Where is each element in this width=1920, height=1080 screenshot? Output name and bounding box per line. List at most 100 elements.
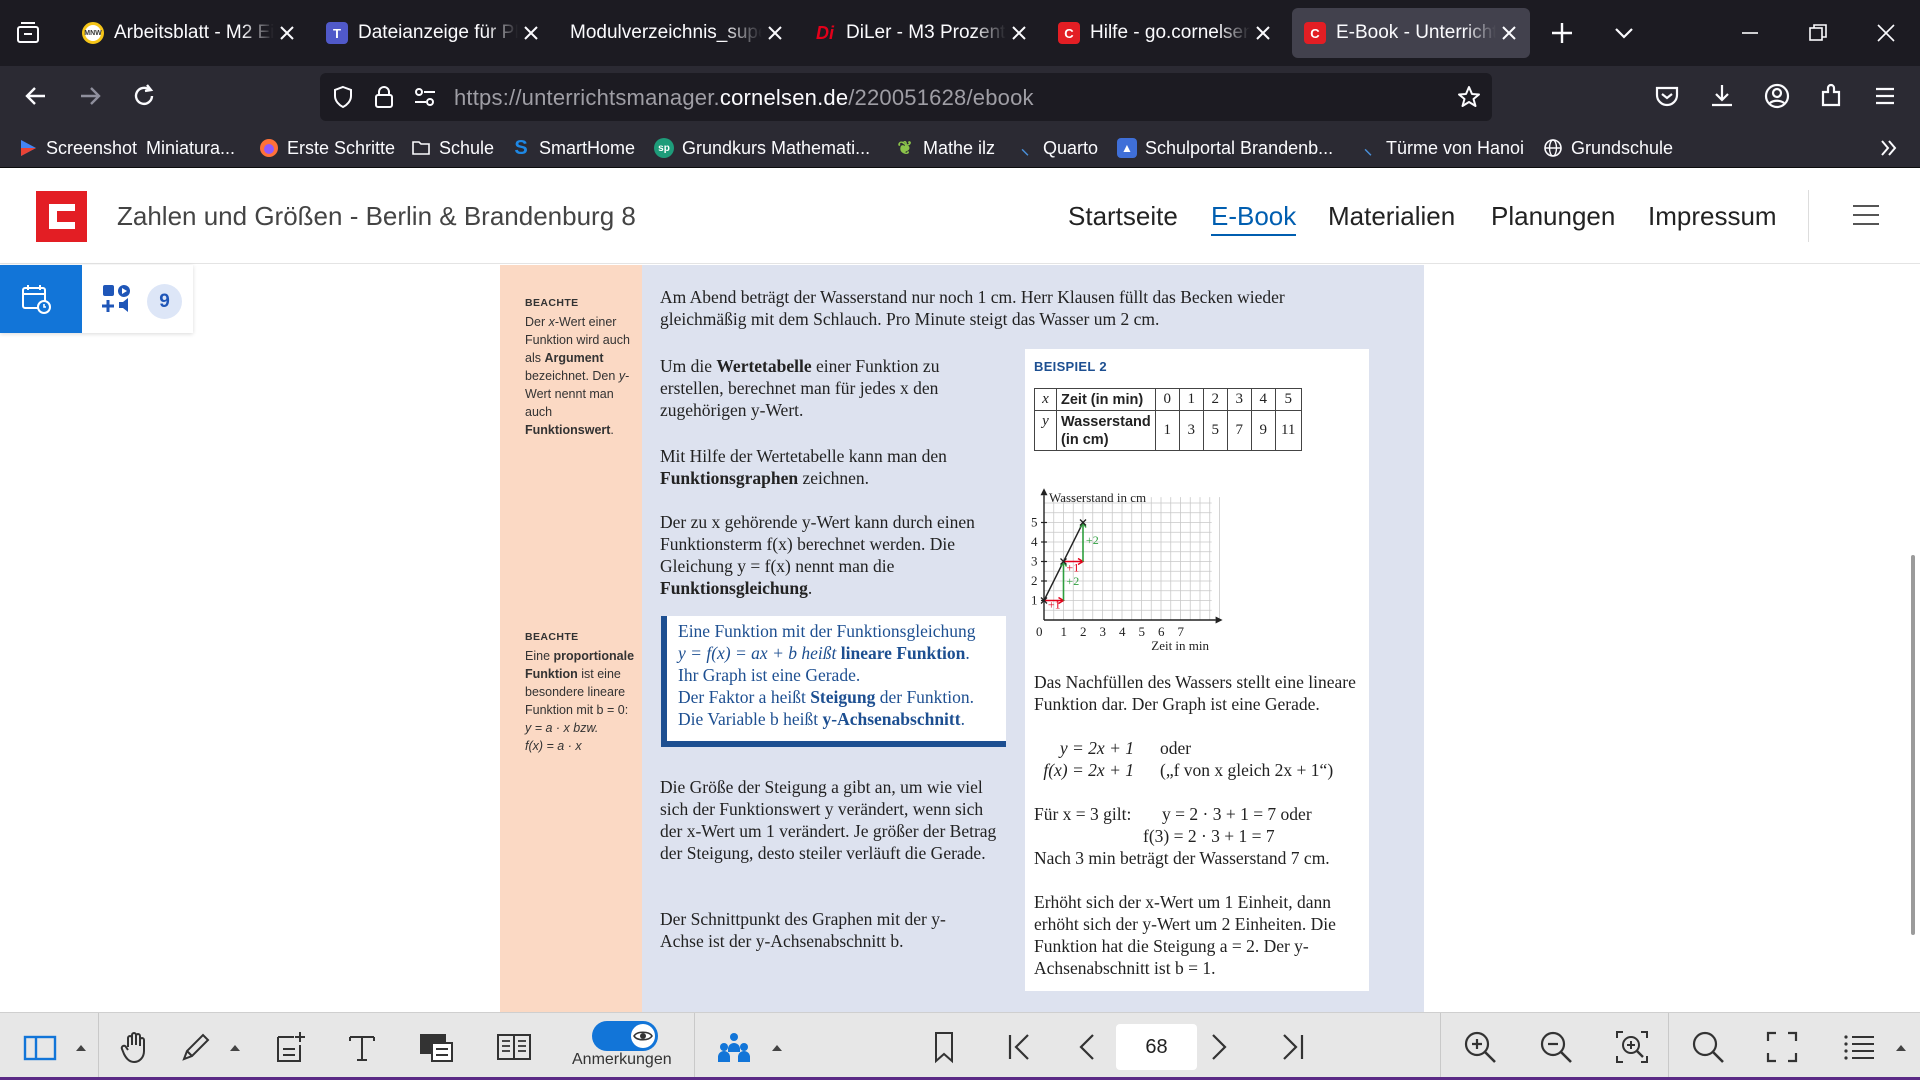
pocket-icon[interactable] — [1652, 81, 1682, 111]
tracking-shield-icon[interactable] — [330, 84, 356, 110]
bookmark-page-icon[interactable] — [926, 1029, 962, 1065]
pen-icon[interactable] — [178, 1029, 214, 1065]
vertical-scrollbar[interactable] — [1911, 555, 1915, 935]
media-tools-icon[interactable] — [101, 282, 133, 314]
hand-pan-icon[interactable] — [118, 1029, 154, 1065]
note-head: BEACHTE — [525, 631, 579, 643]
tab-arbeitsblatt[interactable]: MNW Arbeitsblatt - M2 Ein — [70, 8, 308, 58]
cornelsen-favicon-icon: C — [1304, 22, 1326, 44]
pen-dropdown-icon[interactable] — [228, 1043, 242, 1053]
last-page-icon[interactable] — [1274, 1029, 1310, 1065]
permissions-icon[interactable] — [412, 85, 438, 109]
bookmark-miniatura[interactable]: Miniatura... — [146, 135, 235, 161]
all-tabs-icon[interactable] — [14, 19, 42, 47]
cornelsen-logo[interactable] — [36, 191, 87, 242]
account-icon[interactable] — [1762, 81, 1792, 111]
equation: y = 2x + 1 — [1059, 738, 1134, 758]
lesson-planner-button[interactable] — [0, 265, 82, 333]
page-number-input[interactable]: 68 — [1116, 1024, 1197, 1070]
bookmark-grundschule[interactable]: Grundschule — [1543, 135, 1673, 161]
close-window-icon[interactable] — [1872, 19, 1900, 47]
first-page-icon[interactable] — [1002, 1029, 1038, 1065]
bookmark-smarthome[interactable]: S SmartHome — [511, 135, 635, 161]
extensions-icon[interactable] — [1817, 81, 1847, 111]
add-note-icon[interactable] — [272, 1029, 308, 1065]
app-menu-icon[interactable] — [1870, 81, 1900, 111]
more-bookmarks-chevron-icon[interactable] — [1877, 136, 1901, 160]
definition-box: Eine Funktion mit der Funktionsgleichung… — [661, 616, 1006, 747]
lock-icon[interactable] — [372, 84, 396, 110]
toc-dropdown-icon[interactable] — [1894, 1043, 1908, 1053]
zoom-out-icon[interactable] — [1538, 1029, 1574, 1065]
calendar-clock-icon — [22, 285, 51, 314]
bookmark-quarto[interactable]: ⸜ Quarto — [1015, 135, 1098, 161]
search-icon[interactable] — [1690, 1029, 1726, 1065]
toolbar-separator — [1440, 1013, 1441, 1080]
note-argument: BEACHTE Der x-Wert einer Funktion wird a… — [525, 294, 637, 439]
nav-ebook[interactable]: E-Book — [1211, 201, 1297, 236]
note-text: bezeichnet. Den — [525, 369, 619, 383]
url-text[interactable]: https://unterrichtsmanager.cornelsen.de/… — [454, 85, 1034, 111]
close-tab-icon[interactable] — [1010, 24, 1028, 42]
share-users-icon[interactable] — [716, 1029, 752, 1065]
bookmark-mathe-ilz[interactable]: ❦ Mathe ilz — [895, 135, 995, 161]
share-dropdown-icon[interactable] — [770, 1043, 784, 1053]
close-tab-icon[interactable] — [278, 24, 296, 42]
bookmark-schulportal[interactable]: ▲ Schulportal Brandenb... — [1117, 135, 1333, 161]
reload-icon[interactable] — [129, 81, 159, 111]
back-icon[interactable] — [21, 81, 51, 111]
hamburger-menu-icon[interactable] — [1852, 204, 1880, 226]
next-page-icon[interactable] — [1200, 1029, 1236, 1065]
tab-list-chevron-icon[interactable] — [1610, 19, 1638, 47]
x-tick-label: 5 — [1139, 624, 1146, 639]
page-view-dropdown-icon[interactable] — [74, 1043, 88, 1053]
bookmark-label: Schulportal Brandenb... — [1145, 137, 1334, 158]
worksheet-icon[interactable] — [418, 1029, 454, 1065]
nav-impressum[interactable]: Impressum — [1648, 201, 1777, 232]
forward-icon[interactable] — [75, 81, 105, 111]
table-of-contents-icon[interactable] — [1842, 1029, 1878, 1065]
teams-favicon-icon: T — [326, 22, 348, 44]
restore-window-icon[interactable] — [1804, 19, 1832, 47]
tab-modulverzeichnis[interactable]: Modulverzeichnis_super — [558, 8, 796, 58]
minimize-window-icon[interactable] — [1736, 19, 1764, 47]
fullscreen-icon[interactable] — [1764, 1029, 1800, 1065]
bookmark-screenshot[interactable]: Screenshot — [18, 135, 137, 161]
nav-materialien[interactable]: Materialien — [1328, 201, 1455, 232]
toggle-knob — [631, 1024, 655, 1048]
tab-hilfe[interactable]: C Hilfe - go.cornelsen — [1046, 8, 1284, 58]
x-tick-label: 2 — [1080, 624, 1087, 639]
nav-planungen[interactable]: Planungen — [1491, 201, 1615, 232]
bookmark-schule[interactable]: Schule — [411, 135, 494, 161]
example-text-1: Das Nachfüllen des Wassers stellt eine l… — [1034, 672, 1356, 714]
media-count-badge[interactable]: 9 — [147, 284, 182, 319]
nav-startseite[interactable]: Startseite — [1068, 201, 1178, 232]
bookmark-grundkurs[interactable]: sp Grundkurs Mathemati... — [654, 135, 870, 161]
book-view-icon[interactable] — [496, 1029, 532, 1065]
new-tab-icon[interactable] — [1548, 19, 1576, 47]
close-tab-icon[interactable] — [766, 24, 784, 42]
table-cell: Zeit (in min) — [1056, 388, 1156, 411]
zoom-in-icon[interactable] — [1462, 1029, 1498, 1065]
downloads-icon[interactable] — [1707, 81, 1737, 111]
bookmark-tuerme-von-hanoi[interactable]: ⸜ Türme von Hanoi — [1358, 135, 1524, 161]
table-cell: 3 — [1178, 410, 1204, 451]
text-tool-icon[interactable] — [344, 1029, 380, 1065]
previous-page-icon[interactable] — [1070, 1029, 1106, 1065]
annotations-toggle[interactable] — [592, 1021, 658, 1051]
tab-dateianzeige[interactable]: T Dateianzeige für PDF — [314, 8, 552, 58]
close-tab-icon[interactable] — [522, 24, 540, 42]
url-bar[interactable]: https://unterrichtsmanager.cornelsen.de/… — [320, 73, 1492, 121]
bookmark-erste-schritte[interactable]: Erste Schritte — [259, 135, 395, 161]
bookmark-star-icon[interactable] — [1456, 84, 1482, 110]
close-tab-icon[interactable] — [1254, 24, 1272, 42]
globe-icon — [1544, 139, 1562, 157]
equation-note: oder — [1160, 738, 1192, 758]
tab-ebook[interactable]: C E-Book - Unterrichts — [1292, 8, 1530, 58]
zoom-area-icon[interactable] — [1614, 1029, 1650, 1065]
ebook-toolbar: Anmerkungen 68 — [0, 1012, 1920, 1080]
page-view-icon[interactable] — [22, 1029, 58, 1065]
close-tab-icon[interactable] — [1500, 24, 1518, 42]
tab-diler[interactable]: Di DiLer - M3 Prozentre — [802, 8, 1040, 58]
def-line-2: y = f(x) = ax + b heißt lineare Funktion… — [678, 642, 1006, 664]
